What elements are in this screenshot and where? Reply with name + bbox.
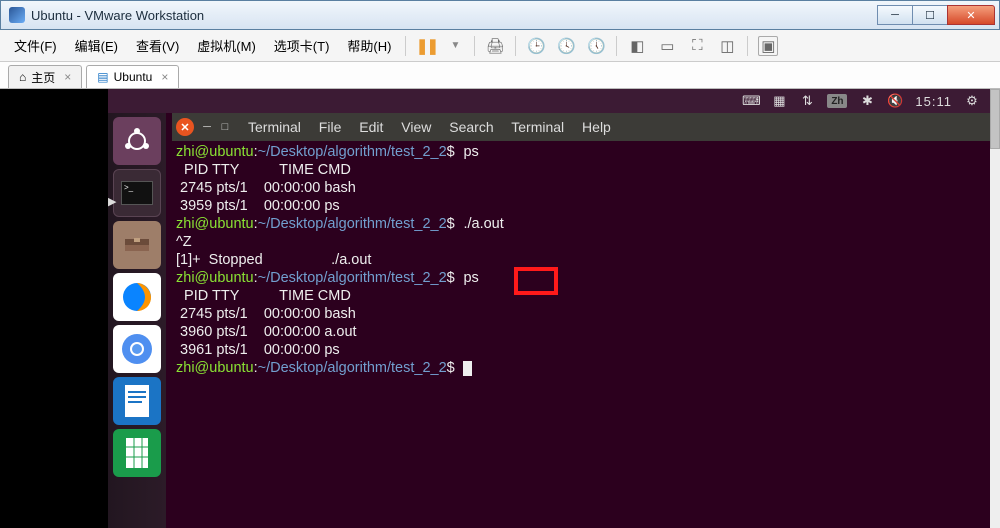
vmware-tab-bar: ⌂ 主页 × ▤ Ubuntu × [0,62,1000,89]
ime-indicator[interactable]: Zh [827,94,847,108]
ubuntu-top-panel: ⌨ ▦ ⇅ Zh ✱ 🔇 15:11 ⚙ [108,89,990,113]
launcher-files[interactable] [113,221,161,269]
launcher-chromium[interactable] [113,325,161,373]
term-menu-edit[interactable]: Edit [359,119,383,135]
terminal-titlebar[interactable]: ✕ ─ □ Terminal File Edit View Search Ter… [172,113,990,141]
launcher-dash[interactable] [113,117,161,165]
snap-revert-icon[interactable]: 🕓 [556,36,576,56]
window-title: Ubuntu - VMware Workstation [31,8,204,23]
red-highlight-box [514,267,558,295]
menu-help[interactable]: 帮助(H) [339,32,399,59]
menu-view[interactable]: 查看(V) [128,32,187,59]
terminal-close-button[interactable]: ✕ [176,118,194,136]
terminal-window: ✕ ─ □ Terminal File Edit View Search Ter… [172,113,990,413]
calendar-icon[interactable]: ▦ [771,93,787,109]
ubuntu-launcher: >_ ▶ [108,113,166,528]
window-maximize-button[interactable]: ☐ [912,5,948,25]
ubuntu-desktop[interactable]: ⌨ ▦ ⇅ Zh ✱ 🔇 15:11 ⚙ >_ ▶ [108,89,1000,528]
unity-icon[interactable]: ◫ [717,36,737,56]
menu-edit[interactable]: 编辑(E) [67,32,126,59]
term-menu-terminal2[interactable]: Terminal [511,119,564,135]
window-titlebar: Ubuntu - VMware Workstation ─ ☐ ✕ [0,0,1000,30]
terminal-cursor [463,361,472,376]
terminal-body[interactable]: zhi@ubuntu:~/Desktop/algorithm/test_2_2$… [172,141,990,379]
tab-ubuntu-close[interactable]: × [161,70,168,84]
window-close-button[interactable]: ✕ [947,5,995,25]
clock[interactable]: 15:11 [915,94,952,109]
network-icon[interactable]: ⇅ [799,93,815,109]
launcher-writer[interactable] [113,377,161,425]
snapshot-icon[interactable]: 🖨 [485,36,505,56]
fullscreen-icon[interactable]: ▣ [758,36,778,56]
menu-file[interactable]: 文件(F) [6,32,65,59]
menu-vm[interactable]: 虚拟机(M) [189,32,264,59]
vm-icon: ▤ [97,70,108,84]
gear-icon[interactable]: ⚙ [964,93,980,109]
launcher-active-arrow: ▶ [108,195,116,208]
term-menu-search[interactable]: Search [449,119,493,135]
window-minimize-button[interactable]: ─ [877,5,913,25]
launcher-terminal[interactable]: >_ [113,169,161,217]
terminal-menubar: Terminal File Edit View Search Terminal … [248,119,625,135]
snap-take-icon[interactable]: 🕒 [526,36,546,56]
sidebar-toggle-icon[interactable]: ◧ [627,36,647,56]
tab-home-close[interactable]: × [64,70,71,84]
vmware-menubar: 文件(F) 编辑(E) 查看(V) 虚拟机(M) 选项卡(T) 帮助(H) ❚❚… [0,30,1000,62]
vm-display-area: ⌨ ▦ ⇅ Zh ✱ 🔇 15:11 ⚙ >_ ▶ [0,89,1000,528]
menu-tabs[interactable]: 选项卡(T) [266,32,338,59]
term-menu-view[interactable]: View [401,119,431,135]
term-menu-terminal[interactable]: Terminal [248,119,301,135]
tab-ubuntu[interactable]: ▤ Ubuntu × [86,65,179,88]
home-icon: ⌂ [19,70,26,84]
terminal-maximize-button[interactable]: □ [216,118,234,136]
launcher-calc[interactable] [113,429,161,477]
snap-manage-icon[interactable]: 🕔 [586,36,606,56]
vm-scrollbar[interactable] [990,89,1000,528]
stretch-icon[interactable]: ⛶ [687,36,707,56]
tab-home[interactable]: ⌂ 主页 × [8,65,82,88]
tab-ubuntu-label: Ubuntu [114,70,153,84]
volume-icon[interactable]: 🔇 [887,93,903,109]
console-icon[interactable]: ▭ [657,36,677,56]
term-menu-help[interactable]: Help [582,119,611,135]
terminal-minimize-button[interactable]: ─ [198,118,216,136]
keyboard-icon[interactable]: ⌨ [743,93,759,109]
vmware-icon [9,7,25,23]
bluetooth-icon[interactable]: ✱ [859,93,875,109]
pause-icon[interactable]: ❚❚ [416,36,436,56]
launcher-firefox[interactable] [113,273,161,321]
tab-home-label: 主页 [31,69,55,86]
term-menu-file[interactable]: File [319,119,342,135]
